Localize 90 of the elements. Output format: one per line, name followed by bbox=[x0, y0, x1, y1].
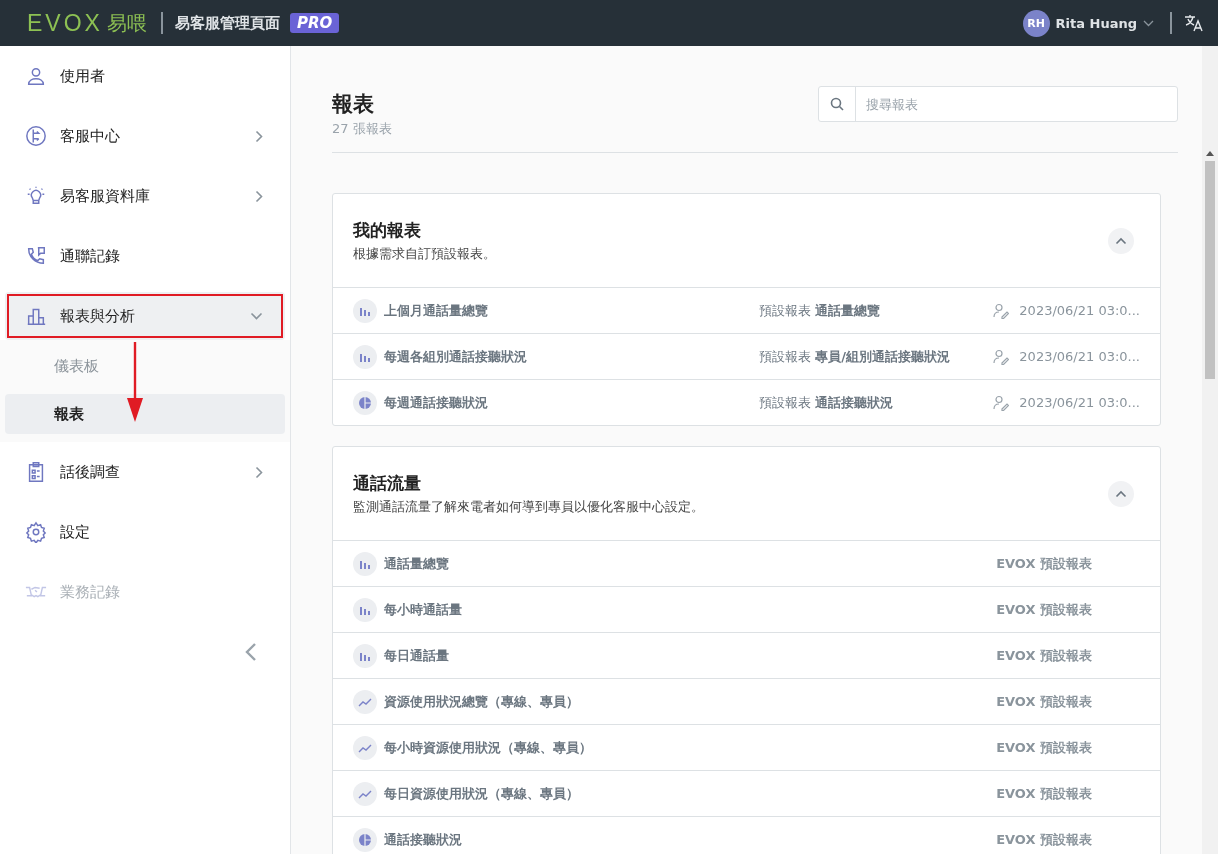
line-chart-icon bbox=[353, 735, 377, 760]
report-source: EVOX 預設報表 bbox=[996, 554, 1092, 573]
bar-chart-icon bbox=[353, 298, 377, 323]
bar-chart-icon bbox=[353, 597, 377, 622]
sidebar-subitem[interactable]: 報表 bbox=[5, 394, 285, 434]
report-name: 通話接聽狀況 bbox=[384, 830, 463, 849]
report-row[interactable]: 通話接聽狀況 EVOX 預設報表 bbox=[333, 817, 1160, 854]
report-name: 每小時通話量 bbox=[384, 600, 463, 619]
report-name: 資源使用狀況總覽（專線、專員） bbox=[384, 692, 580, 711]
sidebar-item[interactable]: 易客服資料庫 bbox=[5, 166, 285, 226]
report-row[interactable]: 通話量總覽 EVOX 預設報表 bbox=[333, 541, 1160, 587]
report-name: 通話量總覽 bbox=[384, 554, 450, 573]
section-description: 根據需求自訂預設報表。 bbox=[353, 244, 496, 263]
app-title: 易客服管理頁面 bbox=[174, 13, 280, 33]
search-field[interactable]: 搜尋報表 bbox=[818, 86, 1178, 122]
sidebar-item[interactable]: 客服中心 bbox=[5, 106, 285, 166]
report-row[interactable]: 每小時通話量 EVOX 預設報表 bbox=[333, 587, 1160, 633]
report-name: 每週各組別通話接聽狀況 bbox=[384, 347, 528, 366]
scrollbar-thumb[interactable] bbox=[1205, 161, 1215, 379]
report-date: 2023/06/21 03:0... bbox=[1019, 303, 1140, 318]
sidebar-subitem[interactable]: 儀表板 bbox=[5, 346, 285, 386]
report-name: 每小時資源使用狀況（專線、專員） bbox=[384, 738, 593, 757]
logo-wordmark: EVOX bbox=[27, 9, 103, 37]
sidebar-item[interactable]: 通聯記錄 bbox=[5, 226, 285, 286]
sidebar-item[interactable]: 設定 bbox=[5, 502, 285, 562]
chevron-down-icon bbox=[250, 312, 263, 320]
report-source: EVOX 預設報表 bbox=[996, 646, 1092, 665]
chevron-icon bbox=[1115, 489, 1127, 498]
report-template: 通話接聽狀況 bbox=[815, 393, 895, 412]
report-name: 上個月通話量總覽 bbox=[384, 301, 489, 320]
pie-chart-icon bbox=[353, 390, 377, 415]
report-row[interactable]: 每週通話接聽狀況 預設報表 通話接聽狀況 2023/06/21 03:0... bbox=[333, 380, 1160, 425]
report-source: EVOX 預設報表 bbox=[996, 692, 1092, 711]
pie-chart-icon bbox=[353, 827, 377, 852]
user-edit-icon bbox=[993, 348, 1010, 365]
bar-chart-icon bbox=[353, 551, 377, 576]
user-menu-button[interactable]: RH Rita Huang bbox=[1022, 9, 1154, 37]
sidebar-item[interactable]: 話後調查 bbox=[5, 442, 285, 502]
section-title: 通話流量 bbox=[353, 471, 422, 495]
chevron-right-icon bbox=[255, 189, 263, 203]
report-source: EVOX 預設報表 bbox=[996, 784, 1092, 803]
report-source: EVOX 預設報表 bbox=[996, 830, 1092, 849]
bar-chart-icon bbox=[353, 344, 377, 369]
report-date: 2023/06/21 03:0... bbox=[1019, 395, 1140, 410]
translate-icon[interactable] bbox=[1184, 13, 1204, 33]
report-row[interactable]: 資源使用狀況總覽（專線、專員） EVOX 預設報表 bbox=[333, 679, 1160, 725]
settings-icon bbox=[25, 521, 47, 543]
report-type: 預設報表 bbox=[759, 393, 813, 412]
user-avatar: RH bbox=[1022, 9, 1050, 37]
report-template: 專員/組別通話接聽狀況 bbox=[815, 347, 952, 366]
report-source: EVOX 預設報表 bbox=[996, 600, 1092, 619]
report-row[interactable]: 上個月通話量總覽 預設報表 通話量總覽 2023/06/21 03:0... bbox=[333, 288, 1160, 334]
user-edit-icon bbox=[993, 302, 1010, 319]
search-icon bbox=[830, 97, 844, 111]
line-chart-icon bbox=[353, 689, 377, 714]
report-type: 預設報表 bbox=[759, 347, 813, 366]
logo-wordmark: 易喂 bbox=[106, 9, 147, 37]
collapse-sidebar-icon[interactable] bbox=[245, 642, 257, 662]
phone-icon bbox=[25, 245, 47, 267]
report-type: 預設報表 bbox=[759, 301, 813, 320]
section-title: 我的報表 bbox=[353, 218, 422, 242]
report-row[interactable]: 每日資源使用狀況（專線、專員） EVOX 預設報表 bbox=[333, 771, 1160, 817]
report-date: 2023/06/21 03:0... bbox=[1019, 349, 1140, 364]
report-name: 每週通話接聽狀況 bbox=[384, 393, 489, 412]
report-row[interactable]: 每週各組別通話接聽狀況 預設報表 專員/組別通話接聽狀況 2023/06/21 03:0... bbox=[333, 334, 1160, 380]
report-name: 每日資源使用狀況（專線、專員） bbox=[384, 784, 580, 803]
sidebar-item[interactable]: 使用者 bbox=[5, 46, 285, 106]
line-chart-icon bbox=[353, 781, 377, 806]
arrows-circle-icon bbox=[25, 125, 47, 147]
report-source: EVOX 預設報表 bbox=[996, 738, 1092, 757]
user-icon bbox=[25, 65, 47, 87]
report-count: 27 張報表 bbox=[332, 120, 392, 138]
report-row[interactable]: 每小時資源使用狀況（專線、專員） EVOX 預設報表 bbox=[333, 725, 1160, 771]
chevron-icon bbox=[1115, 236, 1127, 245]
lightbulb-icon bbox=[25, 185, 47, 207]
page-title: 報表 bbox=[332, 91, 375, 118]
pro-badge: PRO bbox=[289, 13, 340, 33]
chevron-right-icon bbox=[255, 129, 263, 143]
section-description: 監測通話流量了解來電者如何導到專員以優化客服中心設定。 bbox=[353, 497, 704, 516]
collapse-button[interactable] bbox=[1108, 227, 1134, 254]
chevron-right-icon bbox=[255, 465, 263, 479]
report-row[interactable]: 每日通話量 EVOX 預設報表 bbox=[333, 633, 1160, 679]
scrollbar[interactable] bbox=[1202, 46, 1218, 854]
report-template: 通話量總覽 bbox=[815, 301, 882, 320]
caret-icon bbox=[1143, 19, 1154, 27]
scroll-up-arrow-icon[interactable] bbox=[1206, 150, 1214, 156]
report-name: 每日通話量 bbox=[384, 646, 450, 665]
bar-chart-icon bbox=[353, 643, 377, 668]
collapse-button[interactable] bbox=[1108, 480, 1134, 507]
user-edit-icon bbox=[993, 394, 1010, 411]
